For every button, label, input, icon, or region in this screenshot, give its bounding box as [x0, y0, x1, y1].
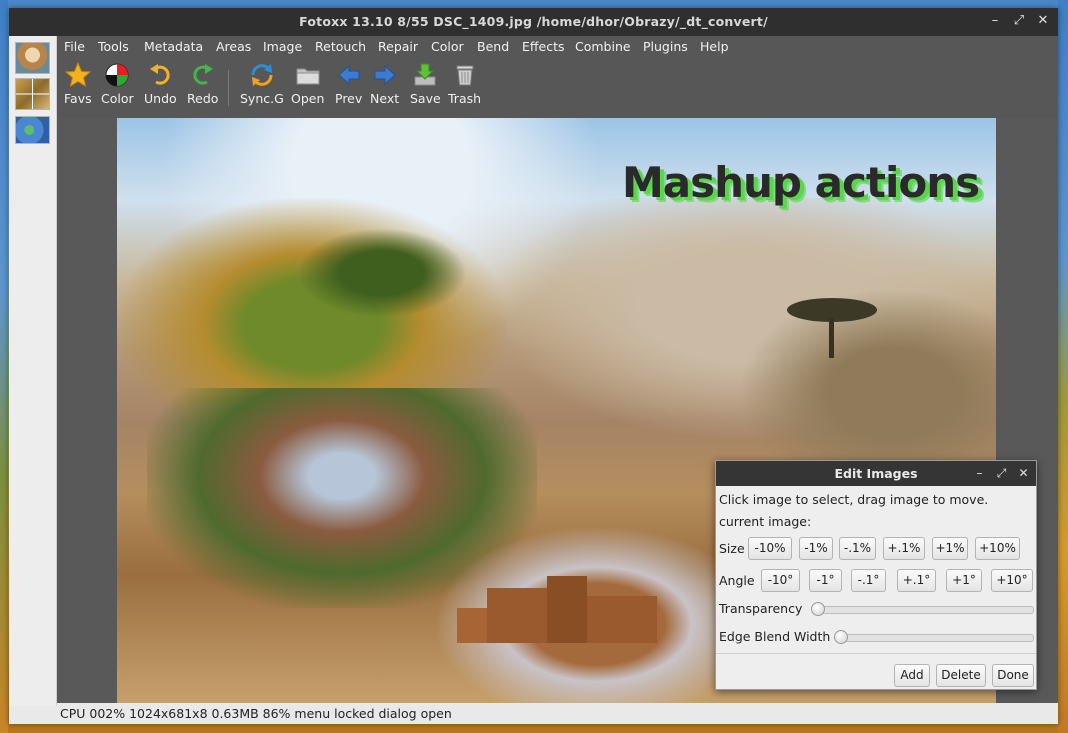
- menu-repair[interactable]: Repair: [378, 39, 418, 54]
- menu-bar: File Tools Metadata Areas Image Retouch …: [57, 36, 1058, 58]
- menu-plugins[interactable]: Plugins: [643, 39, 688, 54]
- favs-button[interactable]: Favs: [64, 61, 92, 106]
- next-button[interactable]: Next: [370, 62, 399, 106]
- thumbnail-portrait[interactable]: [15, 42, 50, 74]
- redo-arrow-icon: [190, 62, 216, 88]
- size-plus-1-button[interactable]: +1%: [932, 537, 968, 560]
- toolbar: Favs Color Undo Redo Sync.G Open Prev Ne…: [57, 58, 1058, 118]
- prev-button[interactable]: Prev: [335, 62, 362, 106]
- edge-blend-slider[interactable]: [834, 630, 1034, 644]
- menu-areas[interactable]: Areas: [216, 39, 251, 54]
- menu-help[interactable]: Help: [700, 39, 729, 54]
- angle-minus-1-button[interactable]: -1°: [809, 569, 842, 592]
- color-button[interactable]: Color: [101, 62, 134, 106]
- dialog-title-bar[interactable]: Edit Images – ⤢ ✕: [716, 461, 1036, 486]
- desktop-background-left: [0, 0, 8, 733]
- star-icon: [64, 61, 92, 88]
- trash-icon: [452, 62, 478, 88]
- next-label: Next: [370, 91, 400, 106]
- menu-bend[interactable]: Bend: [477, 39, 509, 54]
- current-image-label: current image:: [719, 514, 812, 529]
- size-plus-0-1-button[interactable]: +.1%: [883, 537, 925, 560]
- angle-plus-10-button[interactable]: +10°: [991, 569, 1033, 592]
- status-text: CPU 002% 1024x681x8 0.63MB 86% menu lock…: [60, 706, 452, 721]
- favs-label: Favs: [64, 91, 92, 106]
- close-icon[interactable]: ✕: [1036, 13, 1050, 29]
- edit-images-dialog: Edit Images – ⤢ ✕ Click image to select,…: [715, 460, 1037, 690]
- thumbnail-collage[interactable]: [15, 78, 50, 110]
- open-button[interactable]: Open: [291, 62, 324, 106]
- angle-plus-0-1-button[interactable]: +.1°: [897, 569, 936, 592]
- menu-metadata[interactable]: Metadata: [144, 39, 203, 54]
- transparency-slider-knob[interactable]: [811, 602, 825, 616]
- undo-label: Undo: [144, 91, 177, 106]
- size-label: Size: [719, 541, 745, 556]
- sync-label: Sync.G: [240, 91, 284, 106]
- trash-label: Trash: [448, 91, 482, 106]
- thumbnail-map[interactable]: [15, 116, 50, 144]
- trash-button[interactable]: Trash: [448, 62, 481, 106]
- menu-retouch[interactable]: Retouch: [315, 39, 366, 54]
- menu-image[interactable]: Image: [263, 39, 302, 54]
- color-label: Color: [101, 91, 134, 106]
- menu-color[interactable]: Color: [431, 39, 464, 54]
- thumbnail-strip: [9, 36, 57, 706]
- dialog-minimize-icon[interactable]: –: [973, 465, 986, 481]
- save-label: Save: [410, 91, 441, 106]
- angle-minus-0-1-button[interactable]: -.1°: [851, 569, 886, 592]
- kasbah-building: [457, 568, 687, 648]
- folder-icon: [295, 62, 321, 88]
- mashup-layer-forest: [297, 228, 467, 318]
- arrow-left-icon: [336, 62, 362, 88]
- arrow-right-icon: [372, 62, 398, 88]
- dialog-instruction: Click image to select, drag image to mov…: [719, 492, 989, 507]
- overlay-text[interactable]: Mashup actions: [622, 158, 980, 207]
- open-label: Open: [291, 91, 325, 106]
- size-minus-0-1-button[interactable]: -.1%: [839, 537, 876, 560]
- menu-combine[interactable]: Combine: [575, 39, 631, 54]
- sync-icon: [249, 62, 275, 88]
- window-title: Fotoxx 13.10 8/55 DSC_1409.jpg /home/dho…: [299, 14, 768, 29]
- size-plus-10-button[interactable]: +10%: [975, 537, 1020, 560]
- prev-label: Prev: [335, 91, 363, 106]
- title-bar[interactable]: Fotoxx 13.10 8/55 DSC_1409.jpg /home/dho…: [9, 8, 1058, 36]
- menu-tools[interactable]: Tools: [98, 39, 129, 54]
- dialog-separator: [716, 653, 1036, 654]
- done-button[interactable]: Done: [992, 664, 1034, 687]
- size-minus-10-button[interactable]: -10%: [748, 537, 792, 560]
- transparency-label: Transparency: [719, 601, 803, 616]
- maximize-icon[interactable]: ⤢: [1012, 13, 1026, 29]
- redo-button[interactable]: Redo: [187, 62, 218, 106]
- menu-effects[interactable]: Effects: [522, 39, 565, 54]
- status-bar: CPU 002% 1024x681x8 0.63MB 86% menu lock…: [57, 703, 1058, 724]
- save-download-icon: [412, 62, 438, 88]
- transparency-slider[interactable]: [811, 602, 1034, 616]
- size-minus-1-button[interactable]: -1%: [799, 537, 833, 560]
- toolbar-separator: [228, 70, 229, 106]
- save-button[interactable]: Save: [410, 62, 441, 106]
- angle-label: Angle: [719, 573, 755, 588]
- angle-plus-1-button[interactable]: +1°: [946, 569, 982, 592]
- sync-gallery-button[interactable]: Sync.G: [240, 62, 284, 106]
- delete-button[interactable]: Delete: [936, 664, 986, 687]
- edge-blend-slider-knob[interactable]: [834, 630, 848, 644]
- desktop-background-right: [1058, 0, 1068, 733]
- dialog-close-icon[interactable]: ✕: [1017, 465, 1030, 481]
- color-wheel-icon: [104, 62, 130, 88]
- menu-file[interactable]: File: [64, 39, 85, 54]
- angle-minus-10-button[interactable]: -10°: [761, 569, 800, 592]
- redo-label: Redo: [187, 91, 219, 106]
- add-button[interactable]: Add: [894, 664, 930, 687]
- undo-button[interactable]: Undo: [144, 62, 177, 106]
- dialog-maximize-icon[interactable]: ⤢: [995, 465, 1008, 481]
- edge-blend-label: Edge Blend Width: [719, 629, 831, 644]
- minimize-icon[interactable]: –: [988, 13, 1002, 29]
- undo-arrow-icon: [147, 62, 173, 88]
- acacia-tree: [787, 298, 877, 358]
